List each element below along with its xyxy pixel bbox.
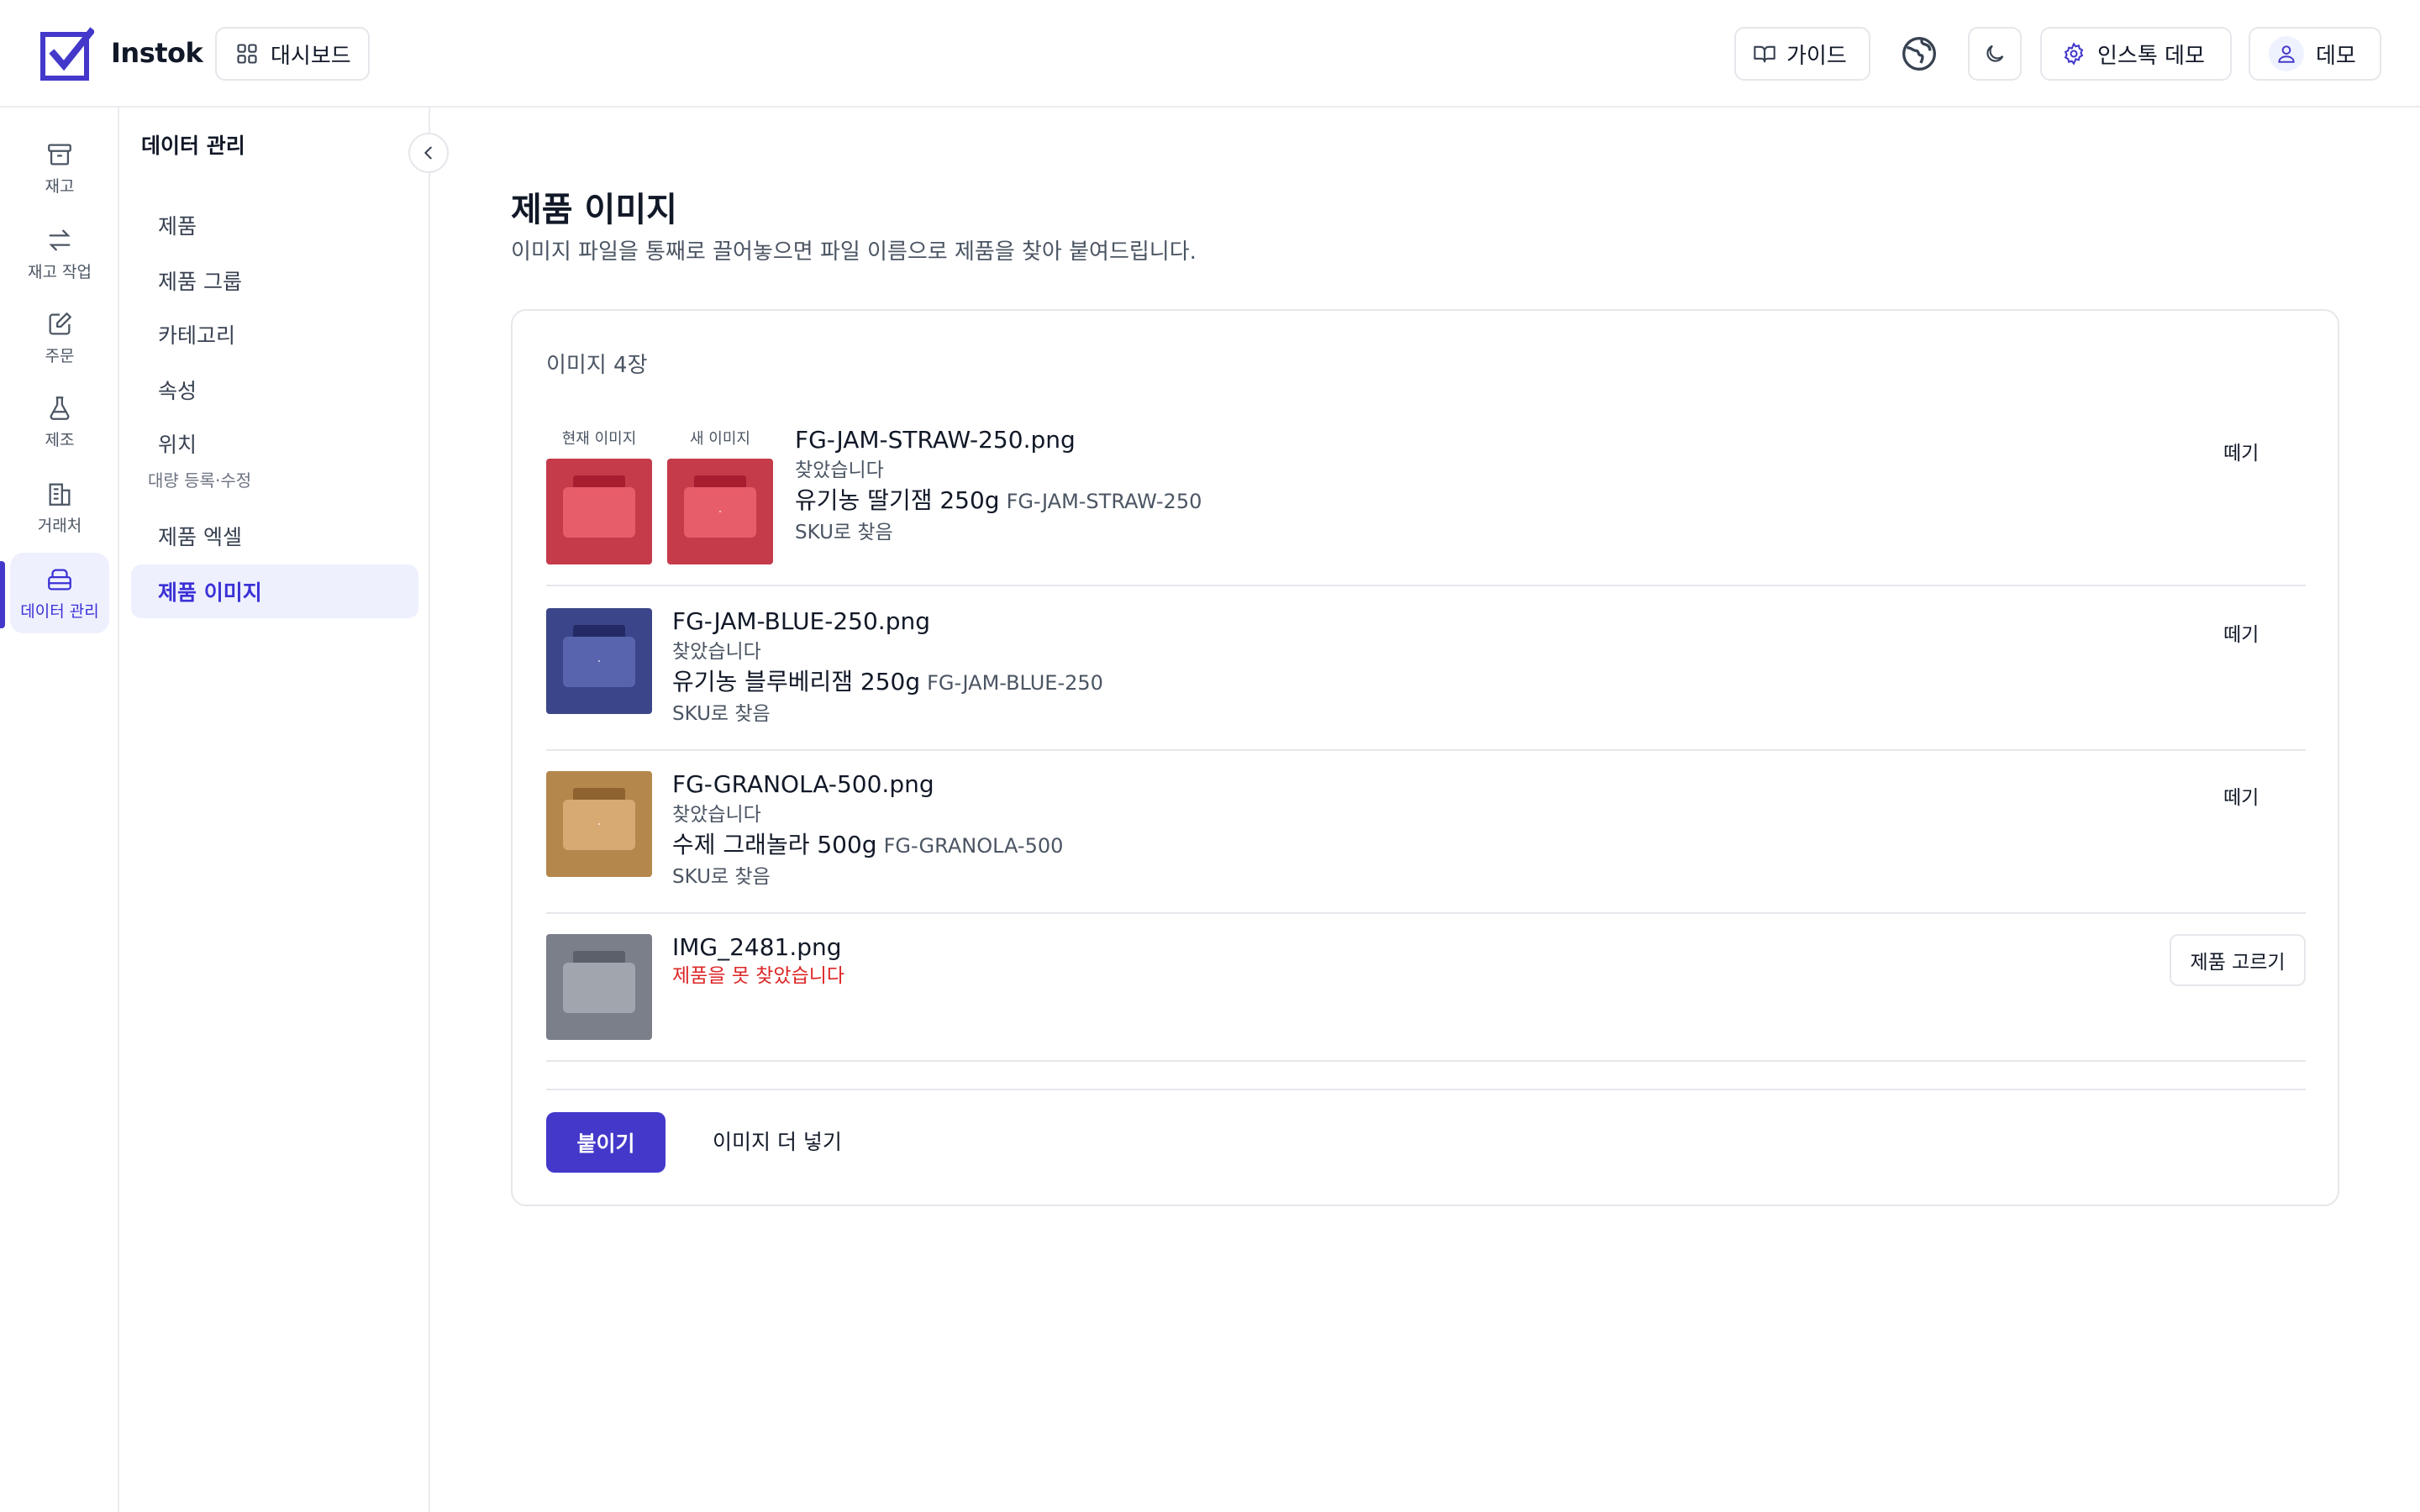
product-sku: FG-JAM-STRAW-250 — [1006, 490, 1202, 513]
moon-icon — [1986, 45, 2004, 62]
sidebar-section-label: 대량 등록·수정 — [148, 470, 252, 491]
rail-label: 재고 — [45, 176, 75, 196]
new-image-thumbnail — [667, 459, 773, 564]
sidebar-item-product-images[interactable]: 제품 이미지 — [131, 564, 418, 618]
top-bar: Instok 대시보드 가이드 인스톡 데모 데모 — [0, 0, 2420, 108]
swap-arrows-icon — [49, 229, 71, 250]
rail-item-stock-operations[interactable]: 재고 작업 — [10, 213, 109, 294]
brand-name[interactable]: Instok — [111, 32, 203, 74]
theme-toggle-button[interactable] — [1968, 27, 2022, 81]
guide-button[interactable]: 가이드 — [1734, 27, 1870, 81]
detach-button[interactable]: 떼기 — [2223, 781, 2259, 810]
sidebar-item-locations[interactable]: 위치 — [131, 417, 418, 470]
product-name: 유기농 블루베리잼 250g — [672, 668, 921, 696]
add-more-images-button[interactable]: 이미지 더 넣기 — [713, 1126, 842, 1159]
row-divider — [546, 912, 2306, 914]
dashboard-label: 대시보드 — [271, 43, 351, 69]
rail-item-inventory[interactable]: 재고 — [10, 128, 109, 208]
page-subtitle: 이미지 파일을 통째로 끌어놓으면 파일 이름으로 제품을 찾아 붙여드립니다. — [511, 239, 1197, 265]
match-method: SKU로 찾음 — [795, 522, 893, 543]
chevron-left-icon — [424, 146, 432, 160]
database-icon — [48, 569, 71, 590]
image-upload-card: 이미지 4장 현재 이미지 새 이미지 FG-JAM-STRAW-250.png… — [511, 309, 2339, 1206]
current-product-thumbnail — [546, 459, 652, 564]
gear-icon — [2064, 42, 2084, 66]
primary-rail: 재고 재고 작업 주문 제조 거래처 데이터 관리 — [0, 108, 119, 1512]
product-name: 유기농 딸기잼 250g — [795, 486, 1000, 514]
match-status: 찾았습니다 — [672, 641, 761, 663]
file-name: FG-JAM-STRAW-250.png — [795, 426, 1076, 454]
new-image-thumbnail — [546, 771, 652, 877]
match-method: SKU로 찾음 — [672, 866, 771, 888]
sidebar-item-categories[interactable]: 카테고리 — [131, 307, 418, 361]
sidebar-item-product-excel[interactable]: 제품 엑셀 — [131, 509, 418, 563]
dashboard-grid-icon — [237, 44, 257, 64]
footer-divider — [546, 1089, 2306, 1090]
row-divider — [546, 1060, 2306, 1062]
user-icon — [2278, 45, 2295, 63]
book-icon — [1754, 45, 1776, 63]
sidebar-item-product-groups[interactable]: 제품 그룹 — [131, 254, 418, 307]
match-method: SKU로 찾음 — [672, 703, 771, 725]
pick-product-button[interactable]: 제품 고르기 — [2170, 934, 2306, 986]
matched-product: 유기농 딸기잼 250g FG-JAM-STRAW-250 — [795, 486, 1202, 517]
collapse-sidebar-button[interactable] — [408, 133, 449, 173]
sidebar-item-attributes[interactable]: 속성 — [131, 363, 418, 417]
current-image-caption: 현재 이미지 — [561, 430, 637, 448]
file-name: FG-GRANOLA-500.png — [672, 770, 934, 798]
row-divider — [546, 749, 2306, 751]
guide-label: 가이드 — [1786, 43, 1847, 69]
flask-icon — [50, 396, 70, 420]
matched-product: 수제 그래놀라 500g FG-GRANOLA-500 — [672, 830, 1063, 861]
match-status-error: 제품을 못 찾았습니다 — [672, 965, 845, 987]
detach-button[interactable]: 떼기 — [2223, 618, 2259, 647]
archive-icon — [48, 144, 71, 165]
matched-product: 유기농 블루베리잼 250g FG-JAM-BLUE-250 — [672, 667, 1103, 698]
avatar — [2269, 36, 2304, 71]
logo-icon[interactable] — [40, 27, 94, 81]
organization-label: 인스톡 데모 — [2097, 43, 2205, 69]
new-image-caption: 새 이미지 — [690, 430, 750, 448]
match-status: 찾았습니다 — [672, 804, 761, 826]
rail-label: 제조 — [45, 430, 75, 449]
new-image-thumbnail — [546, 608, 652, 714]
file-name: FG-JAM-BLUE-250.png — [672, 607, 930, 635]
product-sku: FG-JAM-BLUE-250 — [927, 671, 1103, 695]
rail-label: 재고 작업 — [28, 262, 92, 281]
building-icon — [49, 483, 71, 506]
rail-item-manufacturing[interactable]: 제조 — [10, 381, 109, 462]
secondary-sidebar: 데이터 관리 제품 제품 그룹 카테고리 속성 위치 대량 등록·수정 제품 엑… — [119, 108, 430, 1512]
user-label: 데모 — [2316, 43, 2356, 69]
rail-item-orders[interactable]: 주문 — [10, 297, 109, 378]
product-sku: FG-GRANOLA-500 — [883, 834, 1064, 858]
rail-label: 거래처 — [37, 516, 82, 535]
user-menu-button[interactable]: 데모 — [2249, 27, 2381, 81]
rail-label: 데이터 관리 — [20, 601, 99, 621]
rail-item-partners[interactable]: 거래처 — [10, 467, 109, 548]
page-title: 제품 이미지 — [511, 191, 677, 229]
sidebar-item-products[interactable]: 제품 — [131, 198, 418, 252]
detach-button[interactable]: 떼기 — [2223, 437, 2259, 465]
globe-icon[interactable] — [1901, 35, 1938, 72]
rail-label: 주문 — [45, 346, 75, 365]
row-divider — [546, 585, 2306, 586]
edit-note-icon — [49, 312, 71, 334]
file-name: IMG_2481.png — [672, 933, 842, 961]
match-status: 찾았습니다 — [795, 459, 884, 481]
rail-item-data-management[interactable]: 데이터 관리 — [10, 553, 109, 633]
product-name: 수제 그래놀라 500g — [672, 831, 877, 858]
sidebar-title: 데이터 관리 — [141, 134, 245, 158]
apply-images-button[interactable]: 붙이기 — [546, 1112, 666, 1173]
organization-button[interactable]: 인스톡 데모 — [2040, 27, 2232, 81]
new-image-thumbnail — [546, 934, 652, 1040]
dashboard-button[interactable]: 대시보드 — [215, 27, 370, 81]
image-count: 이미지 4장 — [546, 353, 648, 378]
active-indicator — [0, 561, 5, 628]
